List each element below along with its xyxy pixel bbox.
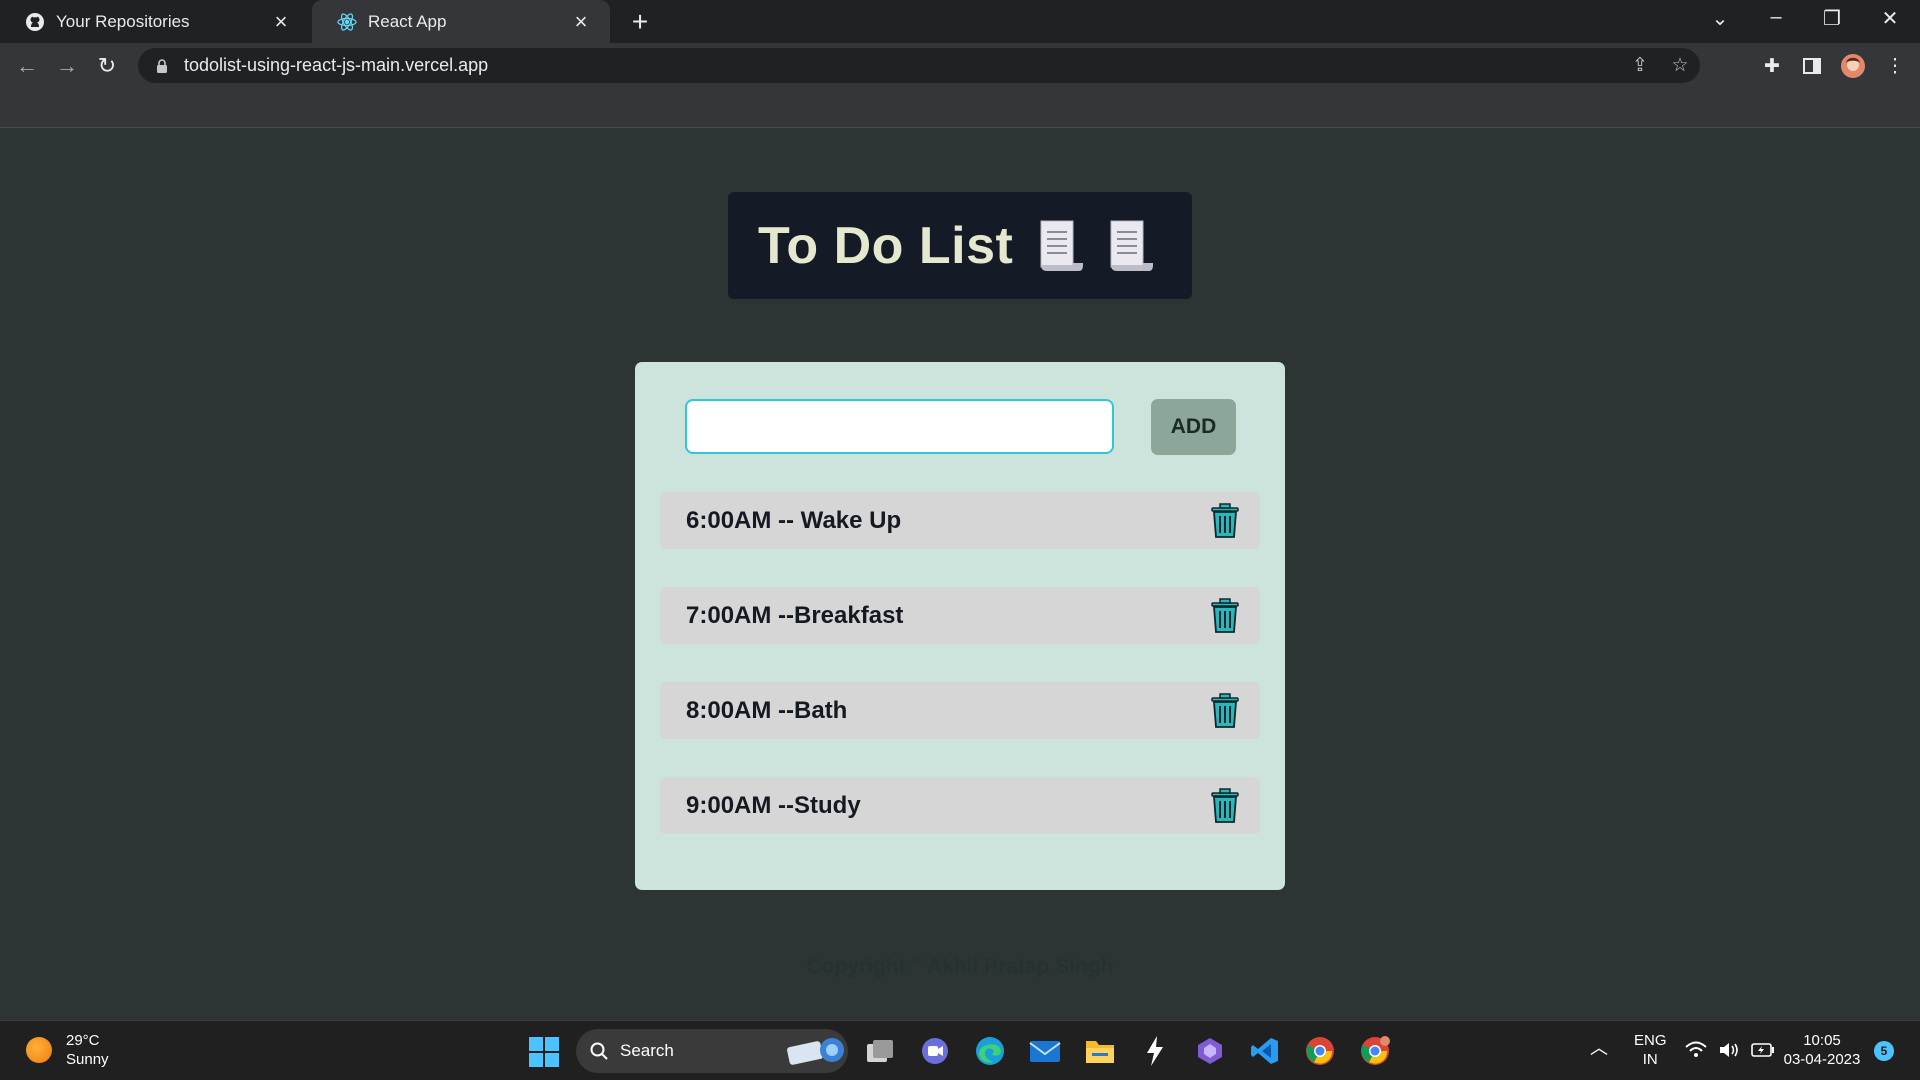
- page-title: To Do List: [758, 216, 1014, 275]
- language-code: ENG: [1634, 1032, 1667, 1049]
- copyright-symbol: ©: [911, 952, 922, 968]
- bookmark-star-icon[interactable]: ☆: [1660, 54, 1700, 77]
- close-icon[interactable]: ×: [570, 9, 592, 35]
- browser-toolbar: ← → ↻ todolist-using-react-js-main.verce…: [0, 43, 1920, 88]
- chrome-menu-icon[interactable]: ⋮: [1880, 52, 1910, 80]
- lock-icon: [152, 56, 172, 76]
- battery-icon: [1750, 1043, 1774, 1057]
- forward-arrow-icon[interactable]: →: [52, 51, 82, 81]
- system-tray[interactable]: [1680, 1035, 1780, 1065]
- weather-temperature: 29°C: [66, 1032, 100, 1049]
- todo-item-text: 7:00AM --Breakfast: [686, 601, 904, 629]
- github-icon: [24, 11, 46, 33]
- language-indicator[interactable]: ENG IN: [1634, 1031, 1667, 1069]
- todo-item: 8:00AM --Bath: [660, 682, 1260, 739]
- page-facing-up-icon: [1040, 220, 1084, 271]
- taskbar-search[interactable]: Search: [576, 1029, 848, 1073]
- region-code: IN: [1642, 1051, 1658, 1068]
- windows-start-icon[interactable]: [529, 1037, 559, 1067]
- reload-icon[interactable]: ↻: [92, 51, 122, 81]
- todo-item-text: 8:00AM --Bath: [686, 696, 848, 724]
- weather-widget[interactable]: 29°C Sunny: [26, 1031, 109, 1069]
- todo-item-text: 9:00AM --Study: [686, 791, 861, 819]
- new-tab-button[interactable]: +: [624, 6, 656, 38]
- notification-badge[interactable]: 5: [1874, 1041, 1894, 1061]
- search-highlight-icon: [787, 1038, 844, 1065]
- edge-icon[interactable]: [972, 1033, 1008, 1069]
- react-icon: [336, 11, 358, 33]
- wifi-icon: [1685, 1041, 1707, 1057]
- close-icon[interactable]: ×: [270, 9, 292, 35]
- file-explorer-icon[interactable]: [1082, 1033, 1118, 1069]
- tab-your-repositories[interactable]: Your Repositories ×: [0, 0, 310, 43]
- url-text: todolist-using-react-js-main.vercel.app: [184, 55, 489, 75]
- todo-item-text: 6:00AM -- Wake Up: [686, 506, 902, 534]
- mail-icon[interactable]: [1027, 1033, 1063, 1069]
- trash-icon[interactable]: [1210, 502, 1240, 539]
- clock-time: 10:05: [1803, 1032, 1841, 1049]
- tab-label: React App: [368, 11, 447, 31]
- volume-icon: [1719, 1043, 1738, 1057]
- todo-item: 6:00AM -- Wake Up: [660, 492, 1260, 549]
- trash-icon[interactable]: [1210, 787, 1240, 824]
- trash-icon[interactable]: [1210, 597, 1240, 634]
- tab-search-chevron-icon[interactable]: ⌄: [1706, 6, 1734, 31]
- side-panel-icon[interactable]: [1797, 52, 1827, 80]
- extensions-puzzle-icon[interactable]: ✚: [1757, 52, 1787, 80]
- sun-icon: [26, 1037, 52, 1063]
- show-hidden-icons-chevron[interactable]: ︿: [1590, 1039, 1608, 1058]
- trash-icon[interactable]: [1210, 692, 1240, 729]
- vscode-icon[interactable]: [1247, 1033, 1283, 1069]
- clock-date: 03-04-2023: [1783, 1051, 1861, 1068]
- back-arrow-icon[interactable]: ←: [12, 51, 42, 81]
- chrome-icon[interactable]: [1302, 1033, 1338, 1069]
- minimize-icon[interactable]: –: [1762, 6, 1790, 29]
- tab-label: Your Repositories: [56, 11, 190, 31]
- copyright-footer: Copyright © Akhil Pratap Singh: [0, 952, 1920, 979]
- clock[interactable]: 10:05 03-04-2023: [1780, 1031, 1864, 1069]
- todo-item: 7:00AM --Breakfast: [660, 587, 1260, 644]
- search-label: Search: [620, 1041, 674, 1060]
- page-header: To Do List: [728, 192, 1192, 299]
- address-bar[interactable]: todolist-using-react-js-main.vercel.app …: [138, 48, 1700, 83]
- browser-tab-bar: Your Repositories × React App × + ⌄ – ❐ …: [0, 0, 1920, 43]
- power-automate-icon[interactable]: [1192, 1033, 1228, 1069]
- copyright-author: Akhil Pratap Singh: [926, 955, 1114, 978]
- share-icon[interactable]: ⇪: [1620, 54, 1660, 77]
- add-button[interactable]: ADD: [1151, 399, 1236, 455]
- lightning-app-icon[interactable]: [1137, 1033, 1173, 1069]
- bookmark-bar: [0, 88, 1920, 128]
- search-icon: [590, 1042, 608, 1060]
- todo-input[interactable]: [685, 399, 1114, 454]
- page-facing-up-icon: [1110, 220, 1154, 271]
- tab-react-app[interactable]: React App ×: [312, 0, 610, 43]
- todo-item: 9:00AM --Study: [660, 777, 1260, 834]
- restore-icon[interactable]: ❐: [1818, 6, 1846, 31]
- todo-card: ADD 6:00AM -- Wake Up 7:00AM --Breakfast…: [635, 362, 1285, 890]
- taskbar: 29°C Sunny Search ︿ ENG IN 10:05 03-04-2…: [0, 1020, 1920, 1080]
- task-view-icon[interactable]: [862, 1033, 898, 1069]
- teams-chat-icon[interactable]: [917, 1033, 953, 1069]
- weather-condition: Sunny: [66, 1051, 109, 1068]
- copyright-label: Copyright: [806, 955, 906, 978]
- profile-avatar[interactable]: [1838, 52, 1868, 80]
- window-close-icon[interactable]: ✕: [1876, 6, 1904, 31]
- chrome-profile-icon[interactable]: [1357, 1033, 1393, 1069]
